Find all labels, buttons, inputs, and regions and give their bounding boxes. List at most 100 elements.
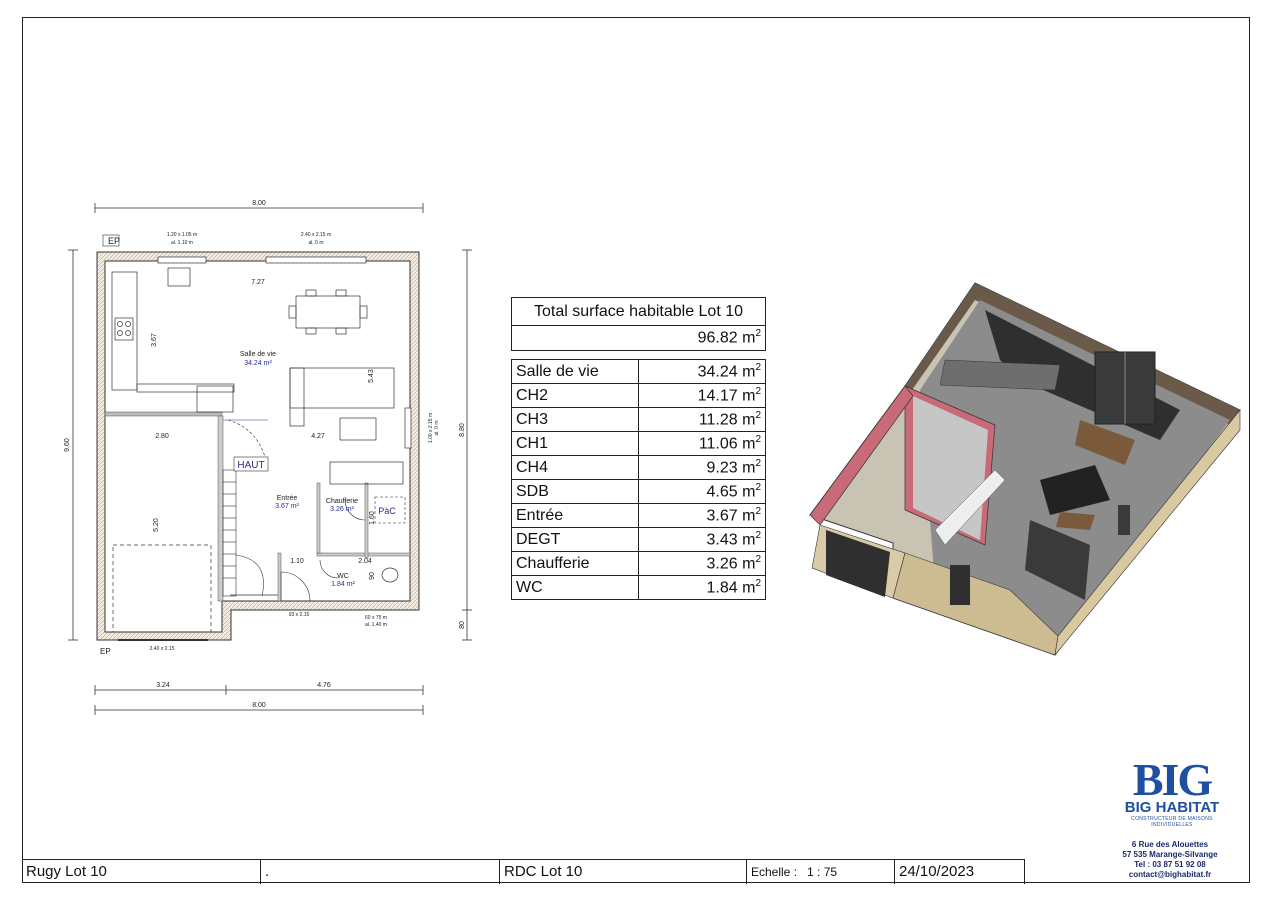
row-value-cell: 11.06 m2: [638, 431, 766, 456]
row-name: WC: [511, 575, 639, 600]
row-name: CH3: [511, 407, 639, 432]
room-labels: EP EP Salle de vie 34.24 m² HAUT Entrée …: [100, 234, 406, 656]
surface-row: CH1 11.06 m2: [511, 431, 766, 456]
isometric-3d-view: [809, 282, 1241, 657]
window-2-size: 2.40 x 2.15 m: [301, 232, 331, 238]
scale-cell: Echelle : 1 : 75: [747, 860, 895, 884]
row-name: Chaufferie: [511, 551, 639, 576]
unit-sup: 2: [755, 409, 761, 421]
row-name: CH2: [511, 383, 639, 408]
company-tagline: CONSTRUCTEUR DE MAISONS INDIVIDUELLES: [1131, 816, 1213, 828]
row-value: 1.84 m: [706, 579, 756, 597]
entree-area: 3.67 m²: [275, 503, 299, 510]
dim-bottom-left: 3.24: [156, 682, 170, 689]
surface-total: 96.82 m: [697, 329, 756, 347]
dim-degt-w: 1.10: [290, 558, 304, 565]
row-value: 11.28 m: [698, 411, 756, 429]
unit-sup: 2: [755, 481, 761, 493]
drawing-date: 24/10/2023: [895, 860, 1025, 884]
footer-dot: .: [261, 860, 500, 884]
surface-row: SDB 4.65 m2: [511, 479, 766, 504]
salle-de-vie-area: 34.24 m²: [244, 360, 272, 367]
garage-door-size: 2.40 x 2.15: [150, 646, 175, 652]
address-line-2: 57 535 Marange-Silvange: [1122, 850, 1218, 859]
wc-area: 1.84 m²: [331, 581, 355, 588]
dim-left-total: 9.60: [64, 438, 71, 452]
salle-de-vie-label: Salle de vie: [240, 351, 276, 358]
surface-row: CH2 14.17 m2: [511, 383, 766, 408]
dim-top-total: 8.00: [252, 200, 266, 207]
staircase: [222, 419, 269, 597]
surface-row: Entrée 3.67 m2: [511, 503, 766, 528]
wc-label: WC: [337, 573, 349, 580]
title-block: Rugy Lot 10 . RDC Lot 10 Echelle : 1 : 7…: [22, 859, 1025, 884]
company-name: BIG HABITAT: [1124, 799, 1220, 816]
pac-label: PàC: [378, 506, 396, 516]
row-value-cell: 34.24 m2: [638, 359, 766, 384]
window-1-size: 1.20 x 1.05 m: [167, 232, 197, 238]
row-value-cell: 3.43 m2: [638, 527, 766, 552]
opening-labels: 1.20 x 1.05 m al. 1.10 m 2.40 x 2.15 m a…: [150, 232, 440, 652]
row-value-cell: 4.65 m2: [638, 479, 766, 504]
surface-row: CH4 9.23 m2: [511, 455, 766, 480]
row-value: 3.43 m: [706, 531, 756, 549]
row-value-cell: 11.28 m2: [638, 407, 766, 432]
dim-right-total: 8.80: [459, 423, 466, 437]
row-name: DEGT: [511, 527, 639, 552]
unit-sup: 2: [755, 328, 761, 340]
unit-sup: 2: [755, 433, 761, 445]
row-value: 11.06 m: [698, 435, 756, 453]
dim-living-width: 7.27: [251, 279, 265, 286]
window-2-height: al. 0 m: [308, 240, 323, 246]
surface-row: Chaufferie 3.26 m2: [511, 551, 766, 576]
company-address: 6 Rue des Alouettes 57 535 Marange-Silva…: [1100, 840, 1240, 880]
chaufferie-area: 3.26 m²: [330, 506, 354, 513]
dim-garage-width: 2.80: [155, 433, 169, 440]
company-email: contact@bighabitat.fr: [1128, 870, 1212, 879]
logo-mark: BIG: [1132, 754, 1213, 805]
window-1-height: al. 1.10 m: [171, 240, 193, 246]
unit-sup: 2: [755, 361, 761, 373]
row-value: 4.65 m: [706, 483, 756, 501]
entree-label: Entrée: [277, 495, 298, 502]
dim-living-right: 5.43: [368, 369, 375, 383]
scale-label: Echelle :: [751, 865, 798, 879]
row-value: 3.67 m: [706, 507, 756, 525]
row-value: 14.17 m: [697, 387, 756, 405]
surface-table: Total surface habitable Lot 10 96.82 m2 …: [511, 297, 766, 600]
scale-value: 1 : 75: [807, 865, 838, 879]
unit-sup: 2: [755, 529, 761, 541]
row-name: CH4: [511, 455, 639, 480]
wc-window-size: 60 x 75 m: [365, 615, 387, 621]
sheet-name: RDC Lot 10: [500, 860, 747, 884]
address-line-1: 6 Rue des Alouettes: [1131, 840, 1209, 849]
dim-bottom-right: 4.76: [317, 682, 331, 689]
unit-sup: 2: [755, 577, 761, 589]
row-value: 9.23 m: [706, 459, 756, 477]
row-name: CH1: [511, 431, 639, 456]
unit-sup: 2: [755, 457, 761, 469]
unit-sup: 2: [755, 385, 761, 397]
surface-total-cell: 96.82 m2: [511, 325, 766, 351]
company-logo: BIG BIG HABITAT CONSTRUCTEUR DE MAISONS …: [1112, 754, 1232, 829]
surface-row: DEGT 3.43 m2: [511, 527, 766, 552]
surface-row: WC 1.84 m2: [511, 575, 766, 600]
row-name: Entrée: [511, 503, 639, 528]
window-3-height: al. 0 m: [434, 420, 440, 435]
dim-living-bottom: 4.27: [311, 433, 325, 440]
project-name: Rugy Lot 10: [22, 860, 261, 884]
row-value-cell: 3.26 m2: [638, 551, 766, 576]
dim-living-depth: 3.67: [151, 333, 158, 347]
dim-garage-depth: 5.20: [153, 518, 160, 532]
dim-wc-w: 2.04: [358, 558, 372, 565]
row-value: 34.24 m: [697, 363, 756, 381]
ep-bottom-label: EP: [100, 647, 111, 656]
surface-table-title: Total surface habitable Lot 10: [511, 297, 766, 326]
row-value-cell: 3.67 m2: [638, 503, 766, 528]
entry-door-size: 93 x 2.15: [289, 612, 310, 618]
dim-wc-h: 90: [369, 572, 376, 580]
unit-sup: 2: [755, 505, 761, 517]
walls: [96, 251, 420, 641]
row-value-cell: 1.84 m2: [638, 575, 766, 600]
row-name: Salle de vie: [511, 359, 639, 384]
